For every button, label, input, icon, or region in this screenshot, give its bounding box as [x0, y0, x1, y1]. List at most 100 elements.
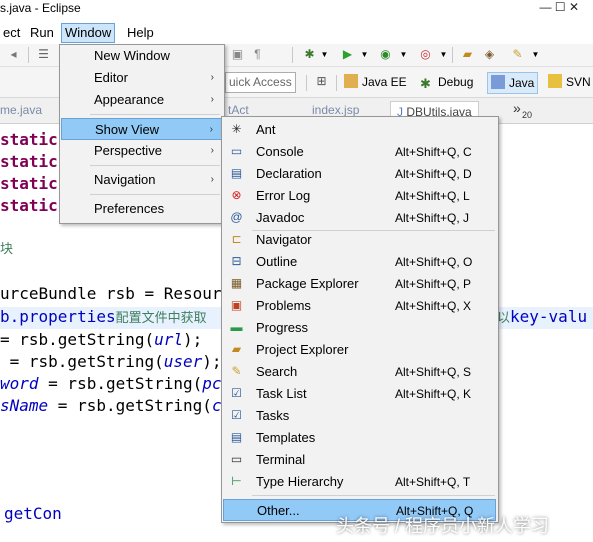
wand-icon[interactable]: ✎	[510, 47, 525, 62]
tab-home-java[interactable]: me.java	[0, 103, 42, 117]
quick-access-input[interactable]: uick Access	[225, 72, 296, 93]
java-icon	[491, 75, 505, 89]
chevron-right-icon: ›	[210, 145, 214, 156]
menu-window[interactable]: Window	[61, 23, 116, 43]
code-line-properties-tail: 以key-valu	[497, 307, 588, 326]
type-hierarchy-icon: ⊢	[231, 474, 242, 488]
view-item-outline[interactable]: ⊟ Outline Alt+Shift+Q, O	[223, 251, 496, 273]
view-item-error-log[interactable]: ⊗ Error Log Alt+Shift+Q, L	[223, 185, 496, 207]
navigator-icon: ⊏	[231, 232, 242, 246]
open-perspective-icon[interactable]: ⊞	[314, 74, 329, 89]
code-line-static-4: static	[0, 196, 58, 215]
svn-icon	[548, 74, 562, 88]
menu-help[interactable]: Help	[124, 24, 157, 42]
new-class-icon[interactable]: ◈	[482, 47, 497, 62]
title-bar: s.java - Eclipse — ☐ ✕	[0, 0, 593, 17]
menu-item-navigation[interactable]: Navigation ›	[61, 169, 222, 191]
view-item-search[interactable]: ✎ Search Alt+Shift+Q, S	[223, 361, 496, 383]
menu-item-show-view[interactable]: Show View ›	[61, 118, 222, 140]
window-controls[interactable]: — ☐ ✕	[540, 0, 579, 14]
debug-icon: ✱	[420, 76, 431, 91]
chevron-down-icon[interactable]: ▼	[436, 47, 451, 62]
menu-item-editor[interactable]: Editor ›	[61, 67, 222, 89]
chevron-right-icon: ›	[210, 174, 214, 185]
menu-separator	[90, 165, 220, 166]
code-line-resourcebundle: urceBundle rsb = Resour	[0, 284, 222, 303]
menu-project[interactable]: ect	[0, 24, 23, 42]
java-ee-icon	[344, 74, 358, 88]
tab-index-jsp[interactable]: index.jsp	[312, 103, 359, 117]
package-explorer-icon: ▦	[230, 276, 243, 290]
debug-bug-icon[interactable]: ✱	[302, 47, 317, 62]
tasks-icon: ☑	[231, 408, 242, 422]
menu-item-preferences[interactable]: Preferences	[61, 198, 222, 220]
chevron-right-icon: ›	[210, 72, 214, 83]
view-item-navigator[interactable]: ⊏ Navigator	[223, 229, 496, 251]
view-item-task-list[interactable]: ☑ Task List Alt+Shift+Q, K	[223, 383, 496, 405]
run-external-icon[interactable]: ◉	[378, 47, 393, 62]
window-title: s.java - Eclipse	[0, 1, 81, 15]
chevron-down-icon[interactable]: ▼	[317, 47, 332, 62]
view-item-console[interactable]: ▭ Console Alt+Shift+Q, C	[223, 141, 496, 163]
tabs-overflow-button[interactable]: »	[513, 100, 521, 116]
terminal-icon: ▭	[230, 452, 243, 466]
perspective-java[interactable]: Java	[487, 72, 539, 94]
console-icon: ▭	[230, 144, 243, 158]
menu-run[interactable]: Run	[27, 24, 57, 42]
view-item-javadoc[interactable]: @ Javadoc Alt+Shift+Q, J	[223, 207, 496, 229]
outline-icon: ⊟	[231, 254, 242, 268]
chevron-down-icon[interactable]: ▼	[357, 47, 372, 62]
task-list-icon: ☑	[231, 386, 242, 400]
view-item-project-explorer[interactable]: ▰ Project Explorer	[223, 339, 496, 361]
chevron-right-icon: ›	[209, 124, 213, 135]
menu-item-appearance[interactable]: Appearance ›	[61, 89, 222, 111]
chevron-down-icon[interactable]: ▼	[396, 47, 411, 62]
perspective-svn[interactable]: SVN	[548, 72, 591, 92]
view-item-tasks[interactable]: ☑ Tasks	[223, 405, 496, 427]
problems-icon: ▣	[230, 298, 243, 312]
view-item-templates[interactable]: ▤ Templates	[223, 427, 496, 449]
show-view-submenu: ✳ Ant ▭ Console Alt+Shift+Q, C ▤ Declaration…	[221, 116, 499, 523]
code-line-user: = rsb.getString(user);	[0, 352, 222, 371]
code-line-getcon: getCon	[4, 504, 62, 523]
code-line-url: = rsb.getString(url);	[0, 330, 203, 349]
toolbar-toggle-icon[interactable]: ▣	[230, 47, 245, 62]
toolbar-separator	[452, 47, 453, 63]
toolbar-separator	[306, 75, 307, 91]
window-menu: New Window Editor › Appearance › Show View…	[59, 44, 225, 224]
code-line-static-1: static	[0, 130, 58, 149]
chevron-down-icon[interactable]: ▼	[528, 47, 543, 62]
chevron-right-icon: ›	[210, 94, 214, 105]
view-item-problems[interactable]: ▣ Problems Alt+Shift+Q, X	[223, 295, 496, 317]
view-item-ant[interactable]: ✳ Ant	[223, 119, 496, 141]
templates-icon: ▤	[230, 430, 243, 444]
search-icon: ✎	[231, 364, 242, 378]
view-item-type-hierarchy[interactable]: ⊢ Type Hierarchy Alt+Shift+Q, T	[223, 471, 496, 493]
coverage-icon[interactable]: ◎	[418, 47, 433, 62]
menu-item-new-window[interactable]: New Window	[61, 45, 222, 67]
menu-separator	[90, 114, 220, 115]
view-item-terminal[interactable]: ▭ Terminal	[223, 449, 496, 471]
perspective-debug[interactable]: ✱ Debug	[420, 72, 473, 92]
open-folder-icon[interactable]: ▰	[460, 47, 475, 62]
declaration-icon: ▤	[230, 166, 243, 180]
code-line-classname: sName = rsb.getString(c	[0, 396, 222, 415]
progress-icon: ▬	[230, 320, 243, 334]
code-line-password: word = rsb.getString(pc	[0, 374, 222, 393]
toolbar-back-icon[interactable]: ◂	[6, 47, 21, 62]
toolbar-pilcrow-icon[interactable]: ¶	[250, 47, 265, 62]
view-item-progress[interactable]: ▬ Progress	[223, 317, 496, 339]
view-item-package-explorer[interactable]: ▦ Package Explorer Alt+Shift+Q, P	[223, 273, 496, 295]
javadoc-icon: @	[230, 210, 243, 224]
menu-item-perspective[interactable]: Perspective ›	[61, 140, 222, 162]
view-item-declaration[interactable]: ▤ Declaration Alt+Shift+Q, D	[223, 163, 496, 185]
tab-act[interactable]: tAct	[228, 103, 249, 117]
tabs-overflow-count: 20	[522, 110, 533, 120]
run-icon[interactable]: ▶	[340, 47, 355, 62]
menu-separator	[90, 194, 220, 195]
toolbar-separator	[292, 47, 293, 63]
error-log-icon: ⊗	[231, 188, 242, 202]
perspective-java-ee[interactable]: Java EE	[344, 72, 407, 92]
toolbar-list-icon[interactable]: ☰	[36, 47, 51, 62]
watermark-text: 头条号 / 程序员小新人学习	[336, 516, 550, 536]
